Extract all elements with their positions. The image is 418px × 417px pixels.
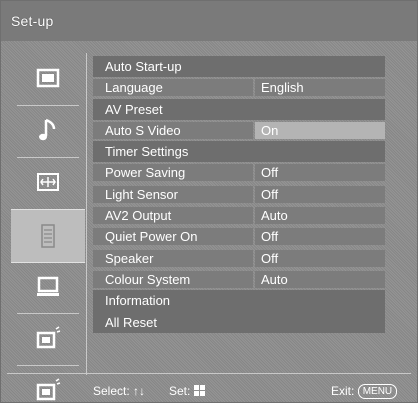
- exit-hint: Exit: MENU: [331, 381, 398, 402]
- set-hint: Set:: [169, 381, 205, 402]
- menu-item-language[interactable]: Language English: [93, 77, 385, 98]
- sidebar-item-pc[interactable]: [11, 261, 85, 314]
- sidebar-item-setup[interactable]: [11, 209, 85, 263]
- picture-icon: [36, 68, 60, 88]
- menu-item-colour-system[interactable]: Colour System Auto: [93, 269, 385, 290]
- set-button-icon: [193, 385, 205, 396]
- menu-item-label: Quiet Power On: [105, 229, 198, 245]
- title-bar: Set-up: [1, 1, 417, 41]
- window-title: Set-up: [11, 13, 54, 29]
- menu-item-label: Auto Start-up: [105, 59, 182, 74]
- menu-item-value: Off: [261, 165, 279, 181]
- menu-item-value: Auto: [261, 271, 288, 287]
- menu-item-information[interactable]: Information: [93, 290, 385, 312]
- set-label: Set:: [169, 384, 191, 398]
- menu-key-icon: MENU: [357, 384, 398, 399]
- setup-menu: Auto Start-up Language English AV Preset…: [93, 56, 385, 333]
- menu-item-value: Off: [261, 229, 279, 245]
- menu-item-label: Light Sensor: [105, 186, 178, 202]
- menu-item-label: Language: [105, 80, 163, 96]
- menu-item-label: Information: [105, 293, 171, 309]
- menu-item-label: Colour System: [105, 271, 191, 287]
- menu-item-speaker[interactable]: Speaker Off: [93, 248, 385, 269]
- menu-item-auto-s-video[interactable]: Auto S Video On: [93, 120, 385, 141]
- menu-item-label: Speaker: [105, 250, 154, 266]
- toolbox-icon: [41, 224, 55, 248]
- sidebar-divider: [86, 53, 87, 375]
- menu-item-av-preset[interactable]: AV Preset: [93, 98, 385, 120]
- exit-label: Exit:: [331, 384, 355, 398]
- menu-item-value: English: [261, 80, 304, 96]
- select-hint: Select: ↑↓: [93, 381, 145, 402]
- sidebar-item-picture[interactable]: [11, 53, 85, 106]
- menu-item-timer-settings[interactable]: Timer Settings: [93, 141, 385, 163]
- menu-item-power-saving[interactable]: Power Saving Off: [93, 162, 385, 183]
- help-footer: Select: ↑↓ Set: Exit: MENU: [1, 381, 417, 402]
- menu-item-value: On: [261, 122, 279, 138]
- menu-item-label: AV Preset: [105, 101, 163, 117]
- menu-item-value: Auto: [261, 208, 288, 224]
- menu-item-label: AV2 Output: [105, 208, 172, 224]
- footer-divider: [7, 373, 411, 374]
- sidebar-item-screen[interactable]: [11, 157, 85, 210]
- down-arrow-icon: ↓: [139, 384, 146, 398]
- pc-input-icon: [36, 326, 61, 349]
- menu-item-label: Timer Settings: [105, 144, 189, 160]
- menu-item-all-reset[interactable]: All Reset: [93, 311, 385, 333]
- select-label: Select:: [93, 384, 130, 398]
- menu-item-av2-output[interactable]: AV2 Output Auto: [93, 205, 385, 226]
- menu-item-value: Off: [261, 186, 279, 202]
- category-sidebar: [11, 53, 85, 401]
- menu-item-light-sensor[interactable]: Light Sensor Off: [93, 184, 385, 205]
- menu-item-auto-start-up[interactable]: Auto Start-up: [93, 56, 385, 78]
- sidebar-item-pc-input[interactable]: [11, 313, 85, 366]
- monitor-icon: [37, 276, 59, 296]
- menu-item-quiet-power-on[interactable]: Quiet Power On Off: [93, 226, 385, 247]
- menu-item-label: All Reset: [105, 314, 158, 330]
- menu-item-label: Auto S Video: [105, 122, 181, 138]
- menu-item-value: Off: [261, 250, 279, 266]
- sidebar-item-sound[interactable]: [11, 105, 85, 158]
- setup-window: Set-up Auto Start-up Language English AV…: [0, 0, 418, 403]
- music-note-icon: [39, 118, 56, 141]
- screen-icon: [37, 173, 59, 191]
- menu-item-label: Power Saving: [105, 165, 186, 181]
